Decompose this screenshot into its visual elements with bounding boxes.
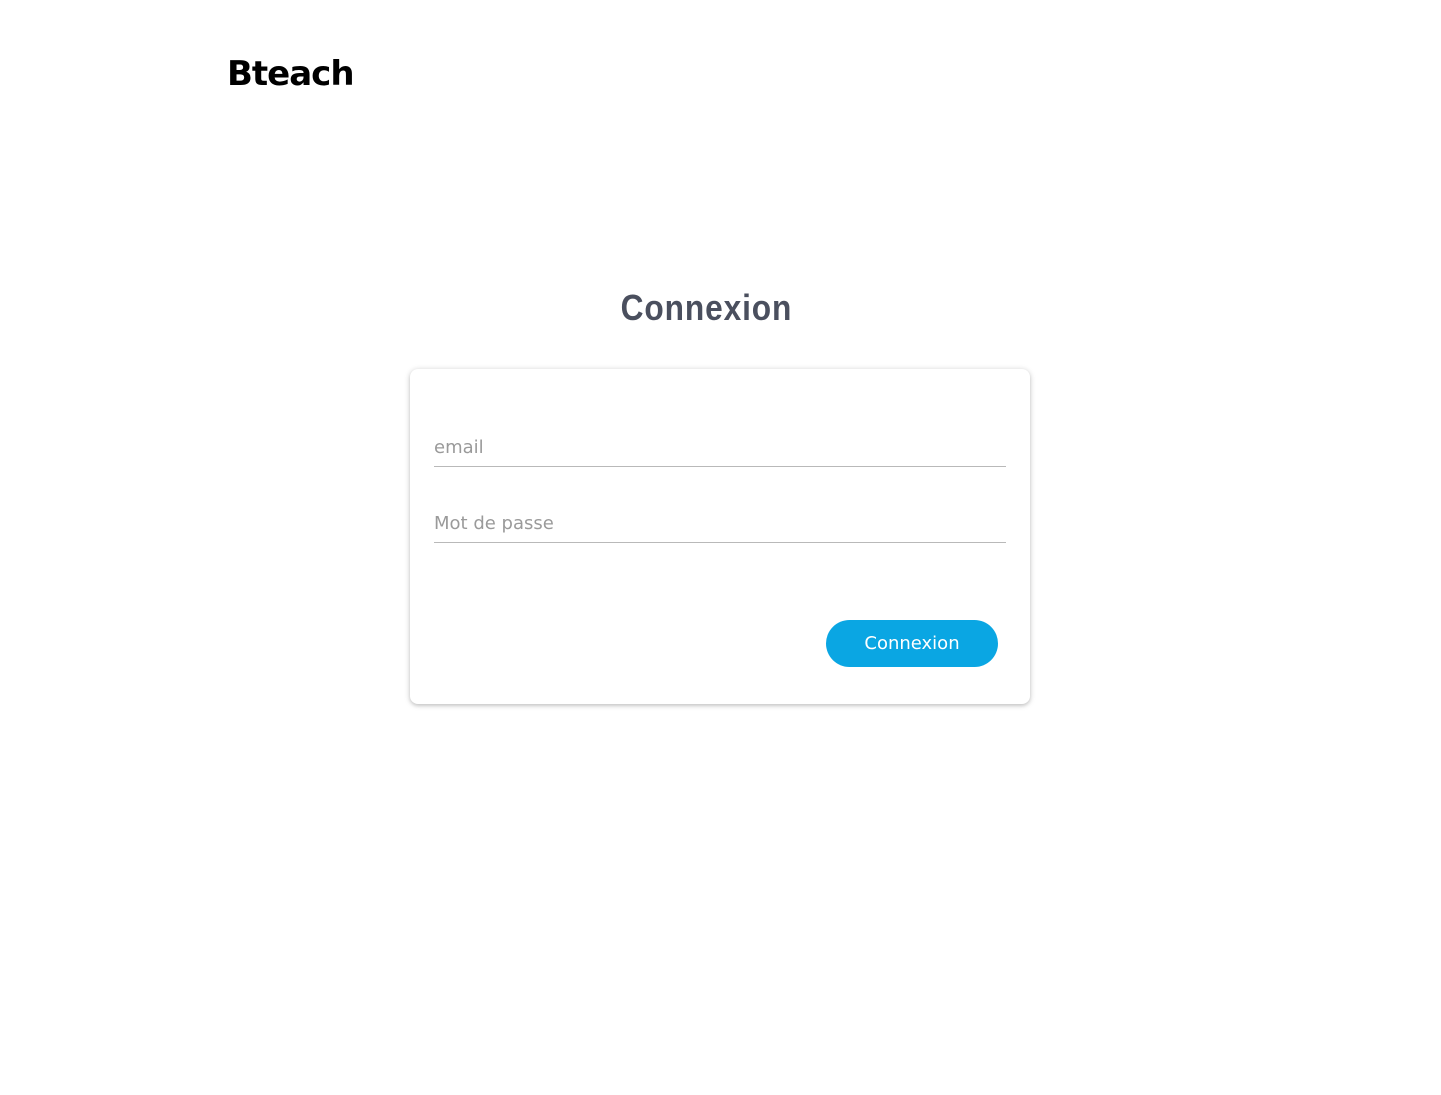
login-page: Bteach Connexion Connexion <box>0 0 1441 1095</box>
email-input[interactable] <box>434 437 1006 458</box>
password-input[interactable] <box>434 513 1006 534</box>
login-card: Connexion <box>410 369 1030 704</box>
email-field <box>434 430 1006 467</box>
page-title: Connexion <box>620 287 793 328</box>
password-field <box>434 506 1006 543</box>
login-button[interactable]: Connexion <box>826 620 998 667</box>
bteach-logo[interactable]: Bteach <box>227 52 355 96</box>
